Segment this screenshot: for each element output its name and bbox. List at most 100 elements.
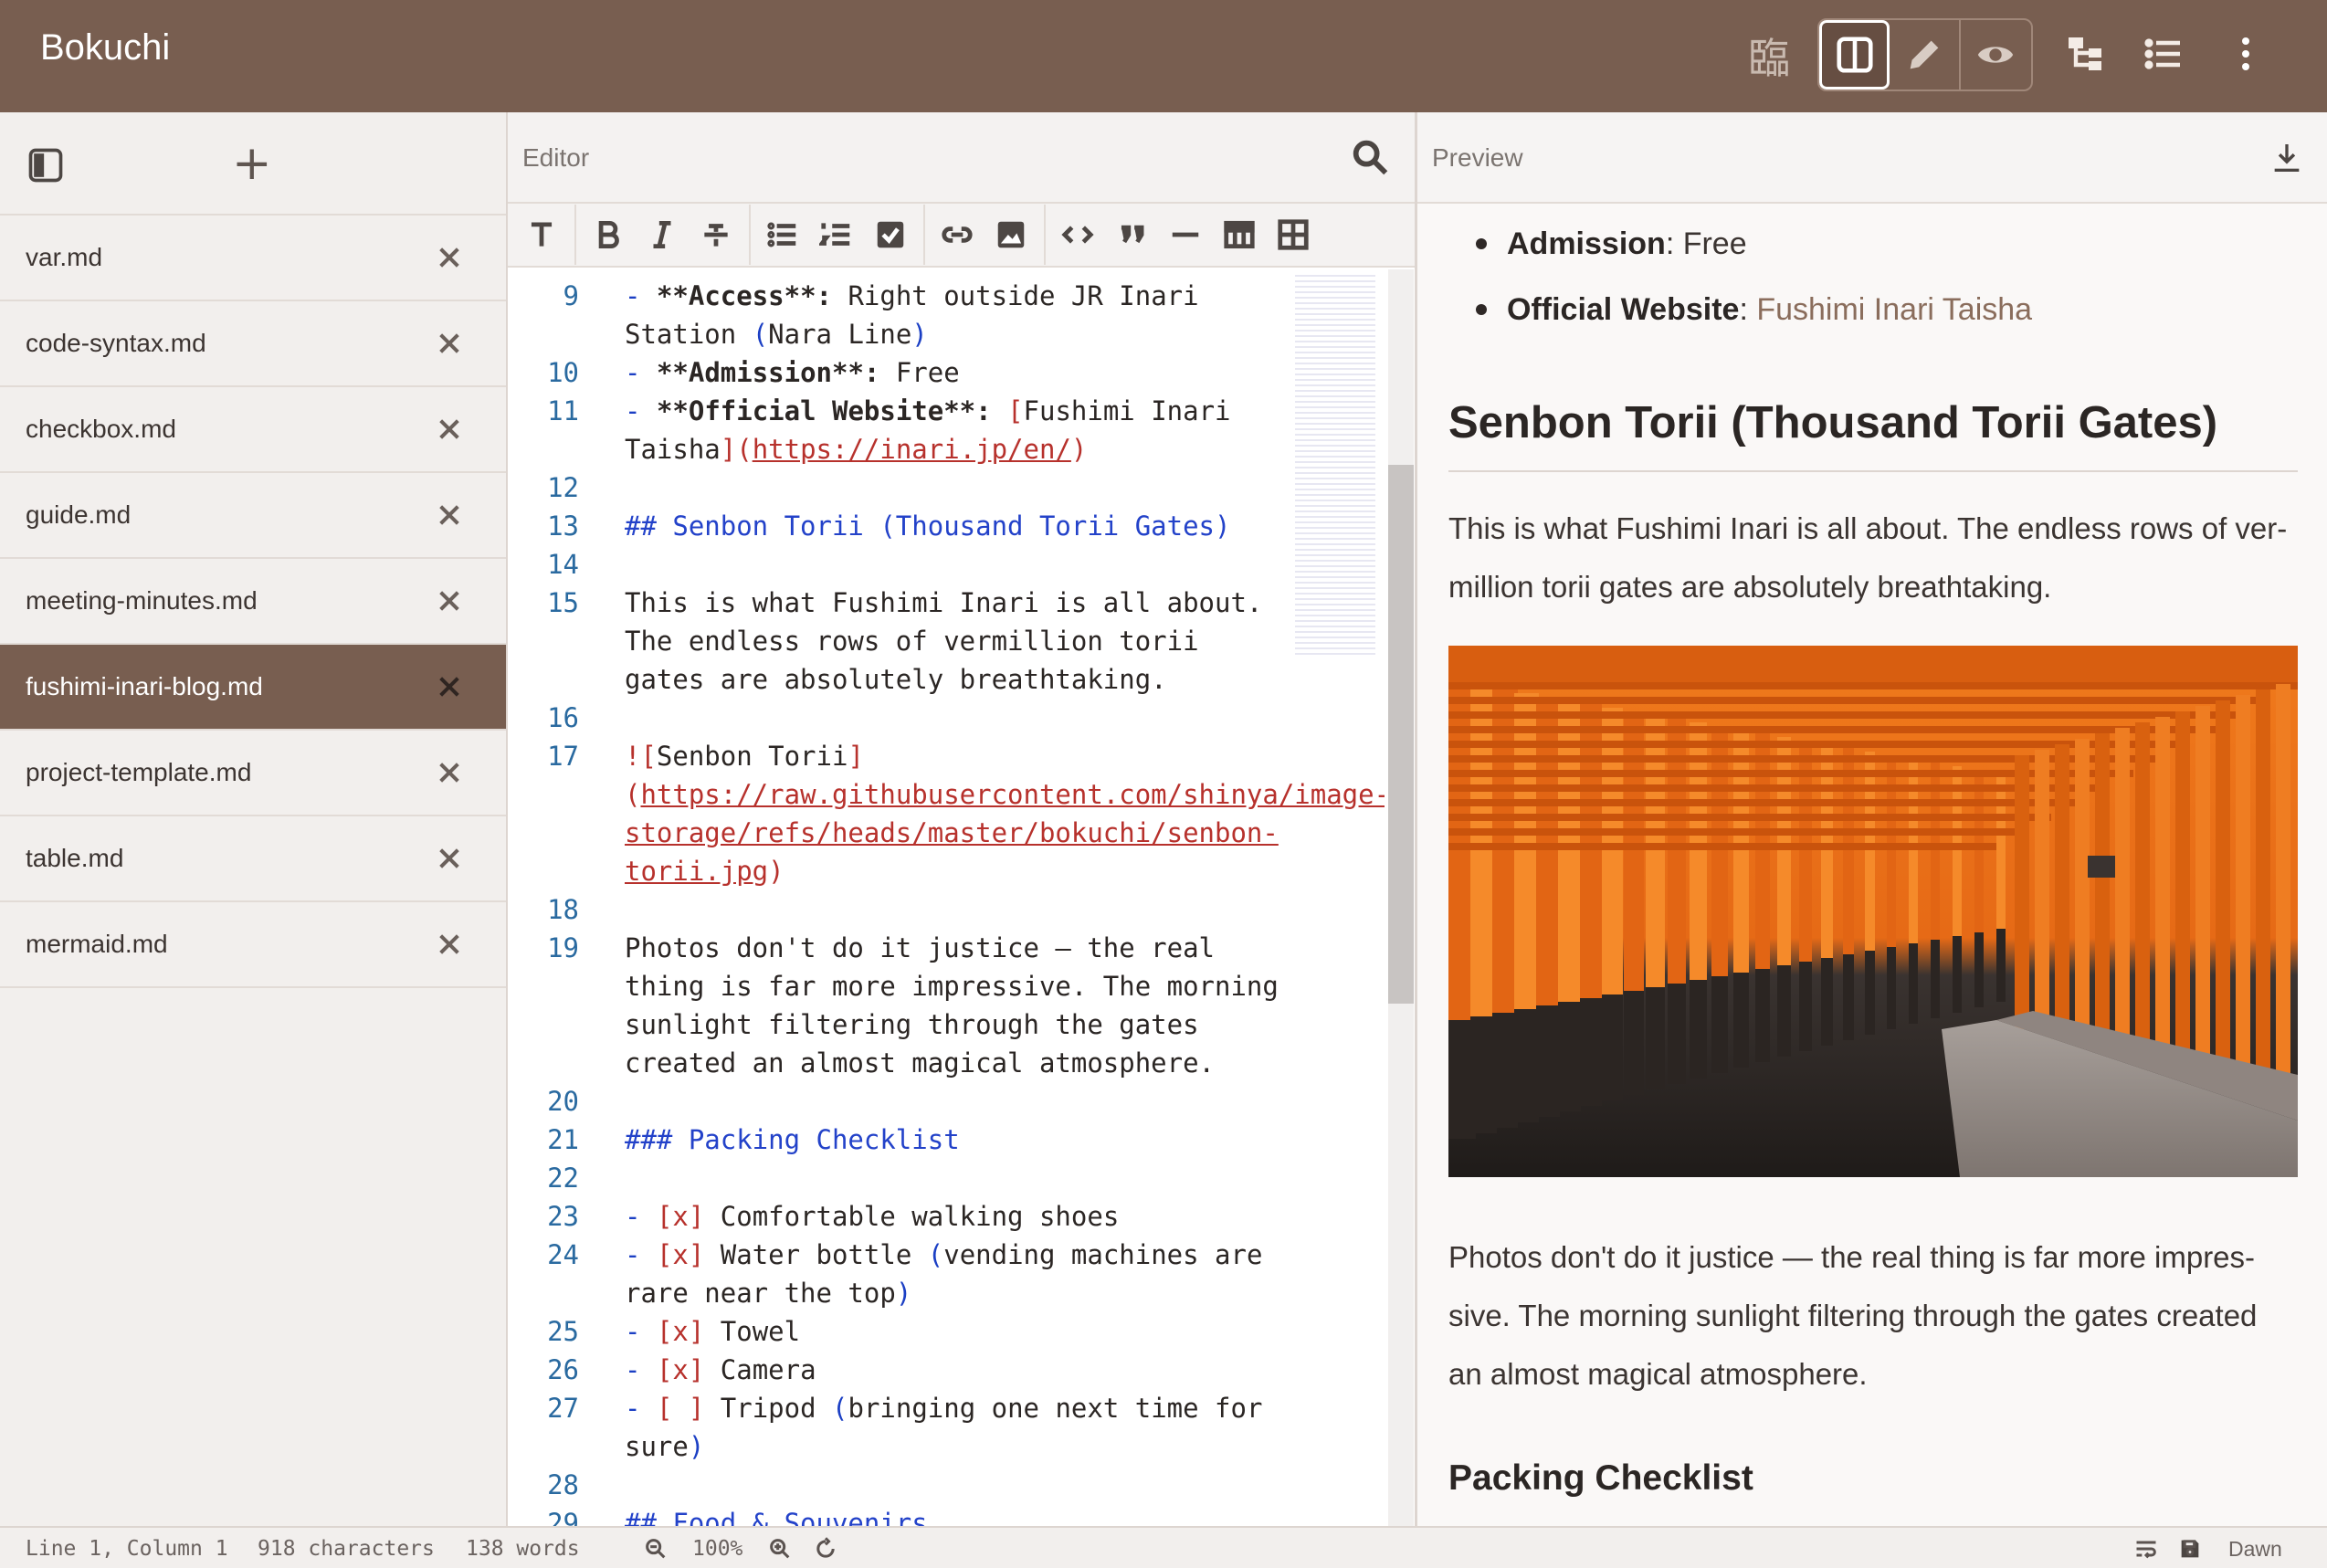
code-line[interactable]: 9- **Access**: Right outside JR Inari St… <box>508 277 1293 353</box>
torii-pillar <box>2075 739 2090 1040</box>
preview-content: Admission: Free Official Website: Fushim… <box>1448 204 2298 1499</box>
close-file-button[interactable] <box>435 329 464 358</box>
close-file-button[interactable] <box>435 672 464 701</box>
code-line[interactable]: 29 ## Food & Souvenirs <box>508 1504 1293 1526</box>
code-line[interactable]: 28 <box>508 1466 1293 1504</box>
torii-pillar-base <box>1953 936 1962 1013</box>
file-name: fushimi-inari-blog.md <box>26 672 263 700</box>
strikethrough-button[interactable] <box>695 214 737 256</box>
code-line[interactable]: 21 ### Packing Checklist <box>508 1121 1293 1159</box>
torii-pillar-base <box>1974 932 1984 1007</box>
code-line[interactable]: 24- [x] Water bottle (vending machines a… <box>508 1236 1293 1312</box>
code-icon <box>1061 226 1094 244</box>
list-item: Official Website: Fushimi Inari Taisha <box>1448 277 2298 342</box>
code-line[interactable]: 27- [ ] Tripod (bringing one next time f… <box>508 1389 1293 1466</box>
grid-button[interactable] <box>1272 214 1314 256</box>
cursor-position: Line 1, Column 1 <box>26 1537 228 1561</box>
add-file-button[interactable]: + <box>232 140 272 187</box>
close-file-button[interactable] <box>435 844 464 873</box>
file-item[interactable]: checkbox.md <box>0 387 506 473</box>
file-item[interactable]: fushimi-inari-blog.md <box>0 645 506 731</box>
list-item-label: Admission <box>1507 226 1666 261</box>
code-line[interactable]: 10- **Admission**: Free <box>508 353 1293 392</box>
file-item[interactable]: project-template.md <box>0 731 506 816</box>
code-line[interactable]: 19 Photos don't do it justice — the real … <box>508 929 1293 1082</box>
zoom-out-button[interactable] <box>643 1536 669 1562</box>
code-line[interactable]: 22 <box>508 1159 1293 1197</box>
close-file-button[interactable] <box>435 758 464 787</box>
word-wrap-button[interactable] <box>2133 1536 2159 1562</box>
link-icon <box>942 226 973 243</box>
theme-name[interactable]: Dawn <box>2228 1537 2282 1562</box>
code-line[interactable]: 17 ![Senbon Torii](https://raw.githubuser… <box>508 737 1385 890</box>
line-number: 17 <box>547 741 579 772</box>
preview-only-button[interactable] <box>1961 20 2031 89</box>
line-number: 19 <box>547 932 579 963</box>
more-menu-button[interactable] <box>2210 18 2281 89</box>
task-list-button[interactable] <box>869 214 911 256</box>
code-line[interactable]: 23- [x] Comfortable walking shoes <box>508 1197 1293 1236</box>
save-button[interactable] <box>2177 1536 2203 1562</box>
file-item[interactable]: var.md <box>0 216 506 301</box>
website-link[interactable]: Fushimi Inari Taisha <box>1756 292 2032 327</box>
image-button[interactable] <box>990 214 1032 256</box>
heading-button[interactable] <box>521 214 563 256</box>
close-file-button[interactable] <box>435 930 464 959</box>
code-line[interactable]: 11- **Official Website**: [Fushimi Inari… <box>508 392 1293 468</box>
minimap[interactable] <box>1295 275 1375 658</box>
search-button[interactable] <box>1349 136 1391 178</box>
line-number: 18 <box>547 894 579 925</box>
horizontal-rule-button[interactable] <box>1164 214 1206 256</box>
file-item[interactable]: mermaid.md <box>0 902 506 988</box>
file-item[interactable]: table.md <box>0 816 506 902</box>
close-icon <box>439 419 459 439</box>
torii-pillar-base <box>1602 994 1623 1100</box>
editor-only-button[interactable] <box>1890 20 1961 89</box>
code-line[interactable]: 14 <box>508 545 1293 584</box>
zoom-in-button[interactable] <box>767 1536 793 1562</box>
close-file-button[interactable] <box>435 586 464 616</box>
quote-button[interactable] <box>1111 214 1153 256</box>
download-button[interactable] <box>2269 140 2305 176</box>
sidebar-toggle-button[interactable] <box>26 145 66 185</box>
horizontal-rule-icon <box>1172 232 1199 237</box>
kanji-icon[interactable]: 臨 <box>1748 26 1790 86</box>
bold-button[interactable] <box>587 214 629 256</box>
file-item[interactable]: guide.md <box>0 473 506 559</box>
code-line[interactable]: 16 <box>508 699 1293 737</box>
editor-scrollbar-thumb[interactable] <box>1388 465 1414 1004</box>
close-file-button[interactable] <box>435 415 464 444</box>
code-line[interactable]: 13 ## Senbon Torii (Thousand Torii Gates) <box>508 507 1293 545</box>
file-item[interactable]: meeting-minutes.md <box>0 559 506 645</box>
split-view-button[interactable] <box>1819 20 1890 89</box>
code-editor[interactable]: 9- **Access**: Right outside JR Inari St… <box>508 269 1385 1526</box>
code-line[interactable]: 20 <box>508 1082 1293 1121</box>
line-number: 29 <box>547 1508 579 1526</box>
code-line[interactable]: 15 This is what Fushimi Inari is all abou… <box>508 584 1293 699</box>
zoom-reset-button[interactable] <box>813 1536 838 1562</box>
close-file-button[interactable] <box>435 243 464 272</box>
code-line[interactable]: 26- [x] Camera <box>508 1351 1293 1389</box>
eye-icon <box>1978 47 2014 63</box>
torii-pillar <box>2276 684 2290 1077</box>
bullet-list-button[interactable] <box>762 214 804 256</box>
torii-pillar <box>2135 722 2150 1051</box>
outline-tree-button[interactable] <box>2049 18 2121 89</box>
split-view-icon <box>1837 37 1873 73</box>
file-item[interactable]: code-syntax.md <box>0 301 506 387</box>
numbered-list-button[interactable] <box>816 214 858 256</box>
close-icon <box>439 333 459 353</box>
torii-photo <box>1448 646 2298 1177</box>
table-button[interactable] <box>1218 214 1260 256</box>
code-line[interactable]: 12 <box>508 468 1293 507</box>
link-button[interactable] <box>936 214 978 256</box>
code-button[interactable] <box>1057 214 1099 256</box>
italic-button[interactable] <box>641 214 683 256</box>
toc-list-button[interactable] <box>2128 18 2199 89</box>
code-line[interactable]: 25- [x] Towel <box>508 1312 1293 1351</box>
torii-pillar <box>2175 711 2190 1058</box>
code-line[interactable]: 18 <box>508 890 1293 929</box>
close-file-button[interactable] <box>435 500 464 530</box>
torii-pillar-base <box>1777 965 1791 1057</box>
line-number: 14 <box>547 549 579 580</box>
